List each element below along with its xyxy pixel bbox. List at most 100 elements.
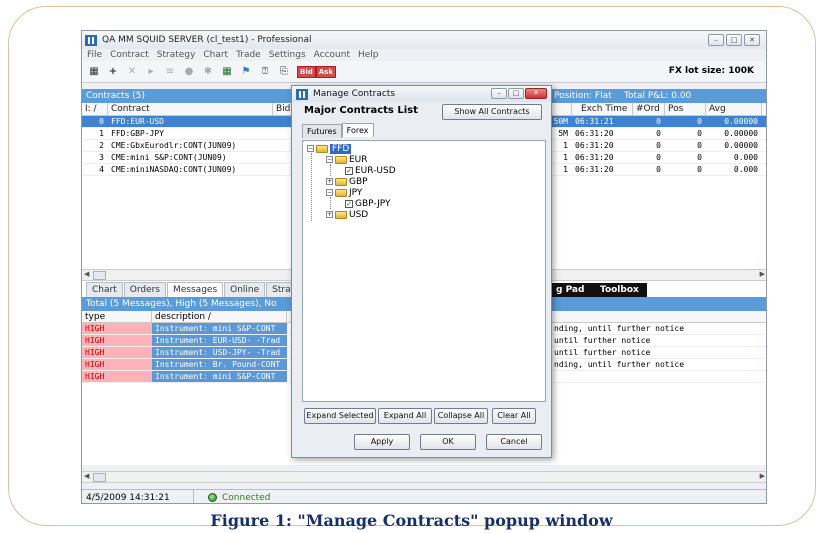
col-index[interactable]: I: /	[82, 102, 108, 116]
add-icon[interactable]: +	[107, 66, 119, 78]
tree-node-eur-usd[interactable]: ✓ EUR-USD	[345, 165, 396, 176]
pause-icon[interactable]: ≡	[164, 66, 176, 78]
tree-node-jpy[interactable]: − JPY	[326, 187, 362, 198]
tree-label-eur-usd: EUR-USD	[355, 165, 396, 176]
folder-icon	[316, 144, 328, 153]
stop-icon[interactable]: ●	[183, 66, 195, 78]
expand-icon[interactable]: +	[326, 178, 333, 185]
menu-chart[interactable]: Chart	[203, 50, 228, 60]
col-avg[interactable]: Avg	[706, 102, 762, 116]
tree-label-gbp: GBP	[349, 176, 368, 187]
clear-all-button[interactable]: Clear All	[492, 408, 536, 424]
settings-icon[interactable]: ✱	[202, 66, 214, 78]
expand-all-button[interactable]: Expand All	[378, 408, 432, 424]
dialog-minimize-button[interactable]: –	[491, 88, 507, 99]
row-avg: 0.000	[733, 165, 758, 174]
col-type[interactable]: type	[82, 311, 152, 322]
row-exch-time: 06:31:21	[575, 117, 614, 126]
row-avg: 0.00000	[724, 117, 758, 126]
msg-scroll-right-icon[interactable]: ▶	[760, 472, 765, 480]
msg-scroll-thumb[interactable]	[93, 473, 106, 482]
row-orders: 0	[656, 153, 661, 162]
message-description: Instrument: EUR-USD- -Trad	[152, 335, 287, 346]
tree-node-ffd[interactable]: − FFD	[307, 143, 352, 154]
col-pos[interactable]: Pos	[665, 102, 706, 116]
col-exch-time[interactable]: Exch Time	[572, 102, 633, 116]
menu-contract[interactable]: Contract	[110, 50, 149, 60]
fx-lot-size: FX lot size: 100K	[668, 66, 754, 76]
bid-ask-toggle[interactable]: Bid Ask	[297, 65, 336, 78]
apply-button[interactable]: Apply	[354, 434, 410, 450]
tab-chart[interactable]: Chart	[86, 282, 123, 297]
tab-trading-pad[interactable]: g Pad	[548, 283, 593, 297]
contracts-icon[interactable]: ▦	[88, 66, 100, 78]
dialog-title-bar: Manage Contracts – □ ✕	[292, 86, 551, 102]
cancel-button[interactable]: Cancel	[486, 434, 542, 450]
menu-trade[interactable]: Trade	[236, 50, 261, 60]
ok-button[interactable]: OK	[420, 434, 476, 450]
collapse-icon[interactable]: −	[326, 189, 333, 196]
menu-file[interactable]: File	[87, 50, 102, 60]
scroll-thumb[interactable]	[93, 271, 106, 280]
row-exch-time: 06:31:20	[575, 153, 614, 162]
msg-scroll-left-icon[interactable]: ◀	[84, 472, 89, 480]
expand-icon[interactable]: +	[326, 211, 333, 218]
tab-futures[interactable]: Futures	[302, 124, 342, 138]
tab-toolbox[interactable]: Toolbox	[592, 283, 647, 297]
expand-selected-button[interactable]: Expand Selected	[304, 408, 376, 424]
print-icon[interactable]: ⎘	[278, 66, 290, 78]
checkbox-checked-icon[interactable]: ✓	[345, 166, 353, 175]
menu-strategy[interactable]: Strategy	[157, 50, 196, 60]
flag-icon[interactable]: ⚑	[240, 66, 252, 78]
toolbar: ▦ + ✕ ▸ ≡ ● ✱ ▦ ⚑ ⍰ ⎘ Bid Ask FX lot siz…	[82, 61, 766, 83]
row-avg: 0.00000	[724, 129, 758, 138]
col-description[interactable]: description /	[152, 311, 287, 322]
tree-node-eur[interactable]: − EUR	[326, 154, 368, 165]
row-orders: 0	[656, 141, 661, 150]
menu-help[interactable]: Help	[358, 50, 379, 60]
row-contract: CME:mini S&P:CONT(JUN09)	[111, 153, 227, 162]
row-exch-time: 06:31:20	[575, 141, 614, 150]
help-icon[interactable]: ⍰	[259, 66, 271, 78]
tab-online[interactable]: Online	[224, 282, 266, 297]
scroll-right-icon[interactable]: ▶	[760, 270, 765, 278]
col-orders[interactable]: #Ord	[633, 102, 665, 116]
dialog-heading: Major Contracts List	[304, 105, 418, 116]
app-icon	[85, 34, 97, 46]
row-avg: 0.00000	[724, 141, 758, 150]
figure-caption: Figure 1: "Manage Contracts" popup windo…	[210, 511, 613, 530]
message-description: Instrument: mini S&P-CONT	[152, 371, 287, 382]
message-type: HIGH	[82, 347, 152, 358]
message-detail: nding, until further notice	[554, 360, 685, 369]
tree-node-gbp[interactable]: + GBP	[326, 176, 368, 187]
tab-messages[interactable]: Messages	[167, 282, 224, 297]
minimize-button[interactable]: –	[708, 34, 724, 46]
col-contract[interactable]: Contract	[108, 102, 273, 116]
maximize-button[interactable]: □	[726, 34, 742, 46]
tree-node-gbp-jpy[interactable]: ✓ GBP-JPY	[345, 198, 391, 209]
menu-settings[interactable]: Settings	[269, 50, 306, 60]
row-contract: CME:miniNASDAQ:CONT(JUN09)	[111, 165, 237, 174]
tree-label-usd: USD	[349, 209, 369, 220]
row-orders: 0	[656, 117, 661, 126]
scroll-left-icon[interactable]: ◀	[84, 270, 89, 278]
tab-orders[interactable]: Orders	[123, 282, 166, 297]
messages-scrollbar[interactable]: ◀ ▶	[82, 471, 766, 483]
tab-forex[interactable]: Forex	[341, 123, 374, 137]
collapse-icon[interactable]: −	[307, 145, 314, 152]
close-button[interactable]: ✕	[744, 34, 760, 46]
show-all-contracts-button[interactable]: Show All Contracts	[442, 104, 542, 120]
row-orders: 0	[656, 165, 661, 174]
remove-icon[interactable]: ✕	[126, 66, 138, 78]
grid-icon[interactable]: ▦	[221, 66, 233, 78]
tree-guide-root	[311, 153, 312, 221]
dialog-close-button[interactable]: ✕	[525, 88, 547, 99]
play-icon[interactable]: ▸	[145, 66, 157, 78]
dialog-maximize-button[interactable]: □	[508, 88, 524, 99]
checkbox-checked-icon[interactable]: ✓	[345, 199, 353, 208]
tree-node-usd[interactable]: + USD	[326, 209, 368, 220]
row-pos: 0	[697, 153, 702, 162]
menu-account[interactable]: Account	[314, 50, 350, 60]
collapse-all-button[interactable]: Collapse All	[434, 408, 488, 424]
collapse-icon[interactable]: −	[326, 156, 333, 163]
